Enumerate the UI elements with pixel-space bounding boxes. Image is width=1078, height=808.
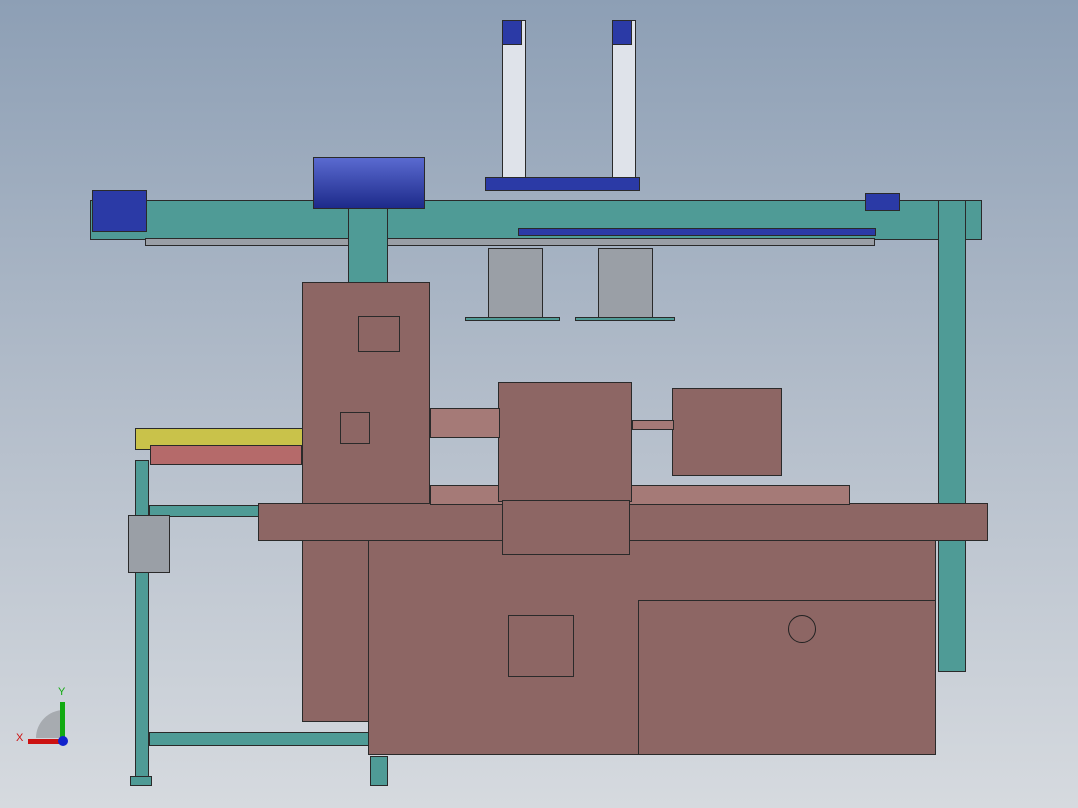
foot-left [130, 776, 152, 786]
spindle-motor [672, 388, 782, 476]
z-axis-left-top [502, 20, 522, 45]
feeder-roller [150, 445, 302, 465]
feeder-motor [128, 515, 170, 573]
x-axis-label: X [16, 732, 24, 744]
x-axis-motor [92, 190, 147, 232]
gripper-right [598, 248, 653, 318]
axis-triad: Y X [16, 686, 78, 750]
spindle-right [632, 420, 674, 430]
feeder-bottom-bar [149, 732, 369, 746]
gantry-carriage-box [313, 157, 425, 209]
headstock [498, 382, 632, 502]
cabinet-label-plate [340, 412, 370, 444]
slide-bar [518, 228, 876, 236]
cabinet-window [358, 316, 400, 352]
y-axis-arrow [60, 702, 65, 740]
z-axis-right [612, 20, 636, 190]
gantry-rail [145, 238, 875, 246]
feeder-leg [135, 460, 149, 780]
gripper-left [488, 248, 543, 318]
actuator-base [485, 177, 640, 191]
foot-right [370, 756, 388, 786]
z-axis-right-top [612, 20, 632, 45]
spindle-left [430, 408, 500, 438]
y-axis-label: Y [58, 686, 66, 698]
gantry-left-post [348, 200, 388, 285]
cad-viewport[interactable]: Y X [0, 0, 1078, 808]
gantry-right-post [938, 200, 966, 672]
z-axis-dot [58, 736, 68, 746]
access-panel [508, 615, 574, 677]
slide-table [430, 485, 850, 505]
round-port [788, 615, 816, 643]
fixture-block [502, 500, 630, 555]
workpiece-left [465, 317, 560, 321]
end-stop [865, 193, 900, 211]
base-panel [638, 600, 936, 755]
workpiece-right [575, 317, 675, 321]
z-axis-left [502, 20, 526, 190]
